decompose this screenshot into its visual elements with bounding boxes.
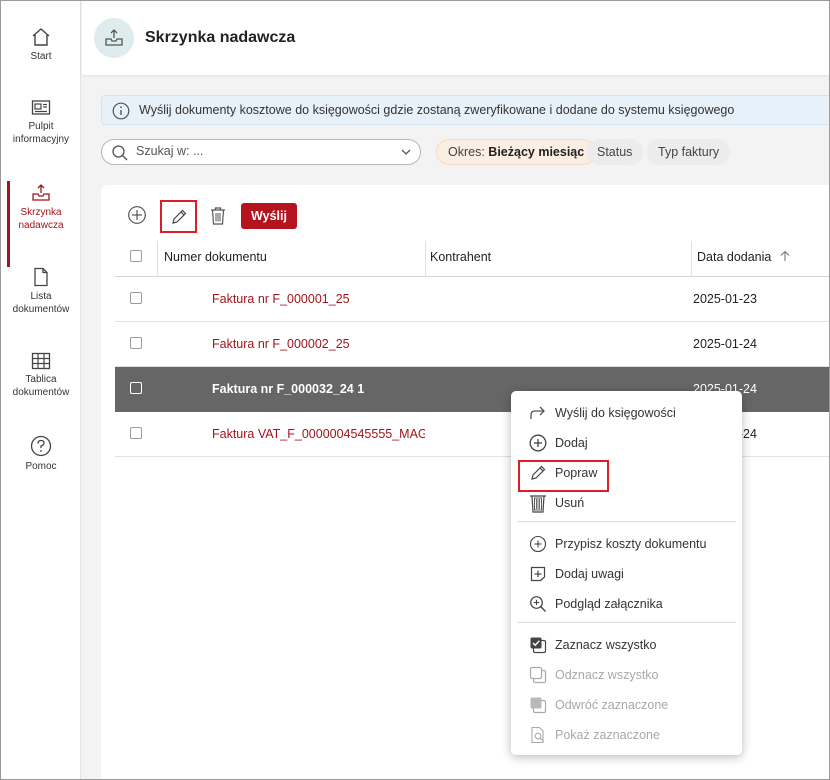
add-icon[interactable] (127, 205, 147, 225)
period-filter-value: Bieżący miesiąc (488, 145, 585, 159)
dashboard-icon (31, 100, 51, 115)
add-note-icon (530, 566, 546, 582)
sidebar-item-label: Pulpit informacyjny (12, 121, 70, 145)
menu-divider (517, 521, 736, 522)
zoom-icon (530, 596, 546, 612)
sidebar-item-pomoc[interactable]: Pomoc (1, 435, 81, 473)
menu-item-label: Usuń (555, 496, 585, 510)
check-all-icon (530, 637, 547, 654)
pencil-icon (171, 209, 186, 224)
table-row[interactable]: Faktura nr F_000001_25 2025-01-23 (115, 277, 829, 322)
uncheck-all-icon (529, 666, 547, 684)
search-field[interactable] (101, 139, 421, 165)
column-divider (157, 241, 158, 277)
date-added-cell: 2025-01-24 (693, 337, 757, 351)
row-checkbox[interactable] (130, 382, 142, 394)
page-title: Skrzynka nadawcza (145, 29, 296, 46)
sidebar-item-pulpit[interactable]: Pulpit informacyjny (1, 99, 81, 146)
send-button[interactable]: Wyślij (241, 203, 297, 229)
menu-item-attachment-preview[interactable]: Podgląd załącznika (529, 594, 663, 614)
pencil-icon (531, 465, 546, 480)
sidebar: Start Pulpit informacyjny Skrzynka nadaw… (1, 1, 81, 779)
menu-item-show-selected[interactable]: Pokaż zaznaczone (529, 725, 660, 745)
sidebar-item-label: Skrzynka nadawcza (18, 207, 64, 231)
info-banner: Wyślij dokumenty kosztowe do księgowości… (101, 95, 829, 125)
invoice-type-filter-chip[interactable]: Typ faktury (647, 139, 731, 165)
menu-item-assign-costs[interactable]: Przypisz koszty dokumentu (529, 534, 706, 554)
sidebar-item-label: Lista dokumentów (12, 291, 70, 315)
menu-item-deselect-all[interactable]: Odznacz wszystko (529, 665, 659, 685)
sidebar-item-label: Pomoc (25, 461, 57, 472)
sidebar-item-lista[interactable]: Lista dokumentów (1, 267, 81, 316)
sidebar-item-start[interactable]: Start (1, 27, 81, 63)
menu-item-label: Przypisz koszty dokumentu (555, 537, 707, 551)
menu-item-delete[interactable]: Usuń (529, 493, 584, 513)
menu-item-label: Dodaj uwagi (555, 567, 624, 581)
row-checkbox[interactable] (130, 427, 142, 439)
menu-item-send-to-accounting[interactable]: Wyślij do księgowości (529, 403, 676, 423)
info-text: Wyślij dokumenty kosztowe do księgowości… (139, 103, 735, 117)
help-icon (30, 435, 52, 457)
trash-icon[interactable] (209, 206, 227, 226)
menu-item-label: Odznacz wszystko (555, 668, 659, 682)
menu-item-label: Popraw (555, 466, 598, 480)
period-filter-label: Okres: (448, 145, 485, 159)
chevron-down-icon[interactable] (400, 146, 412, 158)
plus-circle-icon (529, 434, 547, 452)
table-icon (31, 352, 51, 370)
invert-selection-icon (530, 697, 547, 714)
menu-item-add[interactable]: Dodaj (529, 433, 588, 453)
column-header-label: Data dodania (697, 250, 772, 264)
edit-button[interactable] (160, 200, 197, 233)
sidebar-item-label: Tablica dokumentów (12, 374, 70, 398)
menu-divider (517, 622, 736, 623)
search-icon (112, 145, 128, 161)
column-header-contractor[interactable]: Kontrahent (430, 241, 491, 277)
outbox-icon (94, 18, 134, 58)
trash-icon (530, 495, 546, 513)
column-divider (691, 241, 692, 277)
table-row[interactable]: Faktura nr F_000002_25 2025-01-24 (115, 322, 829, 367)
menu-item-label: Wyślij do księgowości (555, 406, 676, 420)
home-icon (32, 28, 50, 46)
sidebar-item-label: Start (30, 51, 52, 62)
search-input[interactable] (136, 144, 376, 158)
menu-item-label: Zaznacz wszystko (555, 638, 657, 652)
column-divider (425, 241, 426, 277)
menu-item-add-notes[interactable]: Dodaj uwagi (529, 564, 624, 584)
plus-circle-icon (529, 535, 547, 553)
select-all-checkbox[interactable] (130, 250, 142, 262)
app-window: Start Pulpit informacyjny Skrzynka nadaw… (0, 0, 830, 780)
period-filter-chip[interactable]: Okres: Bieżący miesiąc (436, 139, 597, 165)
document-icon (34, 267, 48, 287)
document-number-link[interactable]: Faktura VAT_F_0000004545555_MAG_2 (212, 427, 425, 441)
sort-ascending-icon[interactable] (779, 250, 791, 262)
column-header-date-added[interactable]: Data dodania (697, 241, 791, 277)
row-checkbox[interactable] (130, 292, 142, 304)
menu-item-invert-selection[interactable]: Odwróć zaznaczone (529, 695, 668, 715)
info-icon (112, 102, 130, 120)
document-number-link[interactable]: Faktura nr F_000001_25 (212, 292, 425, 306)
date-added-cell: 2025-01-23 (693, 292, 757, 306)
menu-item-label: Odwróć zaznaczone (555, 698, 669, 712)
column-header-document-number[interactable]: Numer dokumentu (164, 241, 267, 277)
context-menu: Wyślij do księgowości Dodaj Popraw Usuń … (511, 391, 742, 755)
table-header: Numer dokumentu Kontrahent Data dodania (115, 241, 829, 277)
row-checkbox[interactable] (130, 337, 142, 349)
menu-item-label: Dodaj (555, 436, 588, 450)
sidebar-item-skrzynka[interactable]: Skrzynka nadawcza (1, 181, 81, 267)
menu-item-select-all[interactable]: Zaznacz wszystko (529, 635, 656, 655)
menu-item-label: Podgląd załącznika (555, 597, 663, 611)
menu-item-label: Pokaż zaznaczone (555, 728, 660, 742)
status-filter-chip[interactable]: Status (586, 139, 644, 165)
document-number-link[interactable]: Faktura nr F_000032_24 1 (212, 382, 425, 396)
menu-item-edit[interactable]: Popraw (529, 463, 597, 483)
share-arrow-icon (530, 406, 545, 419)
sidebar-item-tablica[interactable]: Tablica dokumentów (1, 352, 81, 399)
show-selected-icon (531, 726, 544, 744)
document-number-link[interactable]: Faktura nr F_000002_25 (212, 337, 425, 351)
outbox-icon (32, 184, 50, 201)
page-header: Skrzynka nadawcza (82, 1, 829, 75)
